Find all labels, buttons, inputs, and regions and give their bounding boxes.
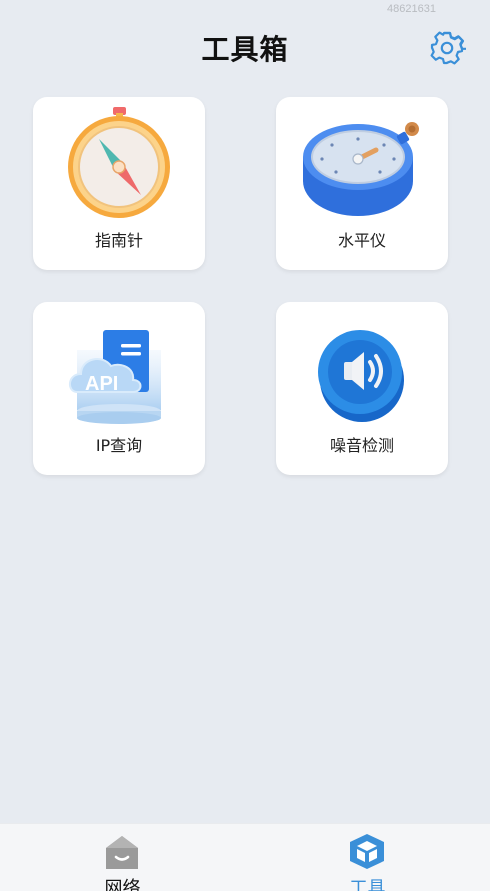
cube-icon xyxy=(350,834,384,869)
svg-text:API: API xyxy=(85,373,118,395)
compass-icon xyxy=(68,107,170,218)
tool-level[interactable]: 水平仪 xyxy=(276,97,448,270)
tool-label-level: 水平仪 xyxy=(337,231,386,250)
tab-label-network: 网络 xyxy=(104,878,141,891)
tool-compass[interactable]: 指南针 xyxy=(33,97,205,270)
tool-noise-detection[interactable]: 噪音检测 xyxy=(276,302,448,475)
tab-tools[interactable]: 工具 xyxy=(245,824,490,891)
watermark-id: 48621631 xyxy=(387,3,436,15)
gear-icon xyxy=(430,31,466,65)
page-title: 工具箱 xyxy=(201,33,289,66)
speaker-icon xyxy=(318,330,404,422)
tool-label-ip-lookup: IP查询 xyxy=(95,436,143,455)
tab-network[interactable]: 网络 xyxy=(0,824,245,891)
tool-label-compass: 指南针 xyxy=(94,231,143,250)
level-gauge-icon xyxy=(303,122,419,216)
settings-button[interactable] xyxy=(428,29,466,67)
house-icon xyxy=(106,836,138,869)
bottom-tab-bar: 网络 工具 xyxy=(0,823,490,891)
api-cloud-icon: API xyxy=(69,330,161,424)
tool-label-noise-detection: 噪音检测 xyxy=(329,436,394,455)
tool-ip-lookup[interactable]: API IP查询 xyxy=(33,302,205,475)
tab-label-tools: 工具 xyxy=(349,878,386,891)
